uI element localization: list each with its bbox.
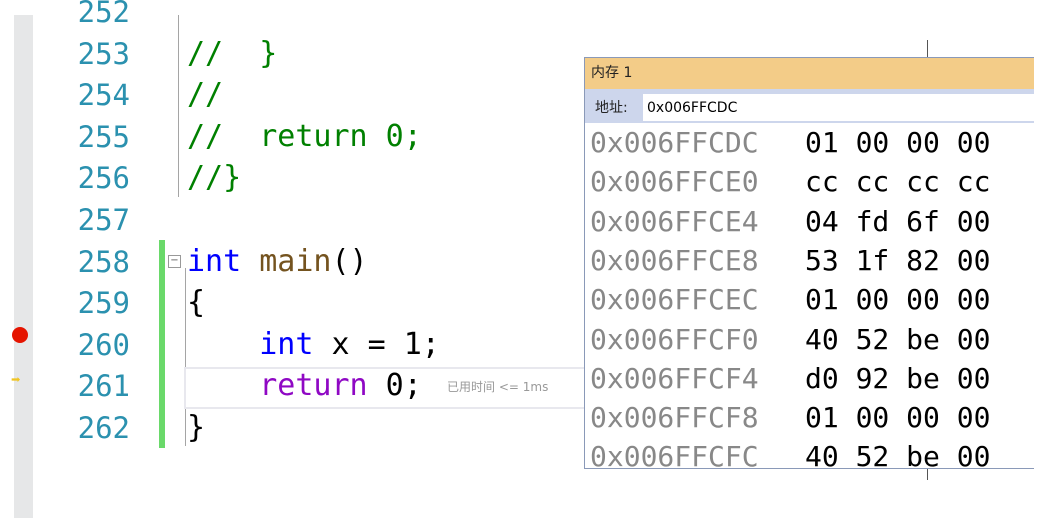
- line-number: 254: [77, 78, 130, 113]
- breakpoint-icon[interactable]: [12, 327, 28, 343]
- code-token: (): [331, 243, 368, 279]
- code-token: main: [259, 243, 332, 279]
- memory-bytes[interactable]: 01 00 00 00: [805, 403, 990, 433]
- code-line[interactable]: // return 0;: [187, 118, 422, 154]
- memory-bytes[interactable]: 40 52 be 00: [805, 324, 990, 355]
- code-token: //: [187, 77, 224, 113]
- address-input[interactable]: [643, 94, 1034, 121]
- address-label: 地址:: [595, 100, 628, 116]
- memory-bytes[interactable]: d0 92 be 00: [805, 363, 990, 394]
- memory-window-title[interactable]: 内存 1: [585, 58, 1034, 89]
- line-number: 259: [77, 286, 130, 321]
- memory-address: 0x006FFCE4: [590, 204, 759, 238]
- memory-address: 0x006FFCF0: [590, 322, 759, 356]
- breakpoint-gutter[interactable]: [14, 15, 33, 518]
- code-line[interactable]: }: [187, 413, 205, 443]
- current-statement-arrow-icon: ➡: [11, 370, 21, 389]
- memory-address: 0x006FFCE0: [590, 165, 759, 199]
- memory-address: 0x006FFCFC: [590, 440, 759, 469]
- code-line[interactable]: {: [187, 288, 205, 318]
- code-line[interactable]: int x = 1;: [187, 326, 440, 362]
- code-line[interactable]: //}: [187, 163, 241, 193]
- code-token: int: [259, 326, 314, 362]
- line-number: 252: [77, 0, 130, 29]
- comment-outline-line: [178, 15, 179, 197]
- code-token: // }: [187, 35, 278, 71]
- perf-tip[interactable]: 已用时间 <= 1ms: [447, 378, 548, 395]
- memory-row[interactable]: 0x006FFCE8 53 1f 82 00: [590, 243, 990, 277]
- memory-address: 0x006FFCF4: [590, 361, 759, 395]
- line-number: 256: [77, 161, 130, 196]
- memory-row[interactable]: 0x006FFCF4 d0 92 be 00: [590, 361, 990, 395]
- memory-row[interactable]: 0x006FFCFC 40 52 be 00: [590, 440, 990, 469]
- code-token: //}: [187, 160, 242, 196]
- memory-bytes[interactable]: 40 52 be 00: [805, 442, 990, 468]
- memory-row[interactable]: 0x006FFCF8 01 00 00 00: [590, 401, 990, 435]
- line-number: 257: [77, 203, 130, 237]
- memory-bytes[interactable]: 53 1f 82 00: [805, 245, 990, 276]
- code-line[interactable]: return 0;: [187, 371, 422, 401]
- code-line[interactable]: // }: [187, 35, 278, 71]
- address-bar: 地址:: [585, 89, 1034, 123]
- memory-row[interactable]: 0x006FFCDC 01 00 00 00: [590, 126, 990, 159]
- code-token: // return 0;: [187, 118, 422, 154]
- code-token: int: [187, 243, 242, 279]
- divider: [927, 40, 928, 57]
- memory-bytes[interactable]: 04 fd 6f 00: [805, 206, 990, 237]
- line-number: 253: [77, 36, 130, 71]
- memory-row[interactable]: 0x006FFCE4 04 fd 6f 00: [590, 204, 990, 238]
- line-number: 261: [77, 369, 130, 404]
- collapse-icon[interactable]: −: [168, 255, 181, 268]
- code-token: 0;: [367, 368, 422, 404]
- code-token: }: [187, 410, 206, 445]
- memory-window: 内存 1 地址: 0x006FFCDC 01 00 00 00 0x006FFCE0…: [584, 57, 1034, 469]
- line-number: 258: [77, 244, 130, 279]
- memory-address: 0x006FFCEC: [590, 283, 759, 317]
- line-number: 260: [77, 327, 130, 362]
- line-number: 255: [77, 119, 130, 154]
- code-token: {: [187, 285, 206, 321]
- memory-row[interactable]: 0x006FFCF0 40 52 be 00: [590, 322, 990, 356]
- code-line[interactable]: int main(): [187, 243, 368, 279]
- memory-row[interactable]: 0x006FFCE0 cc cc cc cc: [590, 165, 990, 199]
- function-outline-line: [185, 268, 186, 446]
- line-number: 262: [77, 411, 130, 445]
- memory-address: 0x006FFCF8: [590, 401, 759, 435]
- code-token: return: [259, 368, 368, 404]
- code-line[interactable]: //: [187, 80, 223, 110]
- memory-bytes[interactable]: 01 00 00 00: [805, 285, 990, 315]
- change-marker-bar: [159, 240, 165, 448]
- memory-bytes[interactable]: cc cc cc cc: [805, 167, 990, 197]
- memory-address: 0x006FFCDC: [590, 126, 759, 159]
- memory-address: 0x006FFCE8: [590, 243, 759, 277]
- code-token: x = 1;: [313, 326, 440, 362]
- memory-row[interactable]: 0x006FFCEC 01 00 00 00: [590, 283, 990, 317]
- memory-bytes[interactable]: 01 00 00 00: [805, 128, 990, 158]
